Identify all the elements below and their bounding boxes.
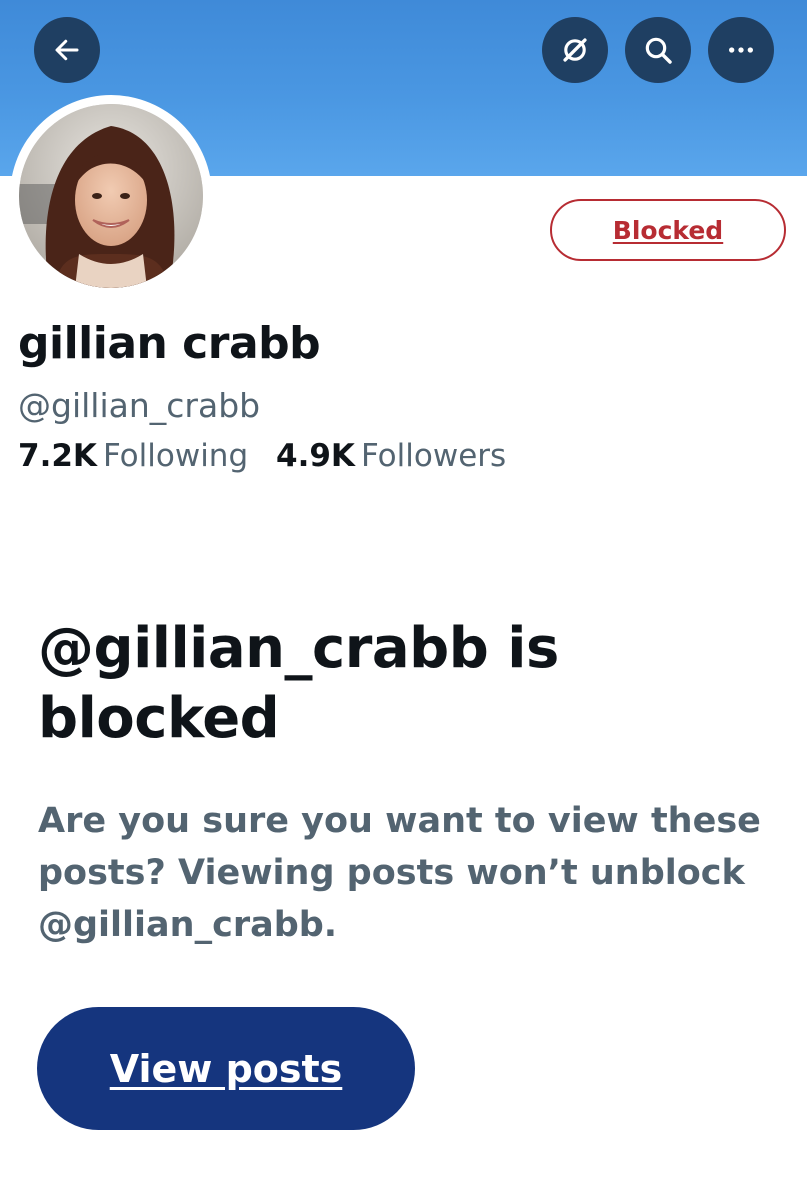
search-button[interactable]	[625, 17, 691, 83]
more-button[interactable]	[708, 17, 774, 83]
followers-link[interactable]: 4.9K Followers	[276, 438, 506, 474]
search-icon	[645, 37, 672, 64]
followers-count: 4.9K	[276, 438, 355, 474]
followers-label: Followers	[360, 438, 507, 474]
blocked-button[interactable]: Blocked	[550, 199, 786, 261]
following-link[interactable]: 7.2K Following	[18, 438, 248, 474]
arrow-left-icon	[55, 39, 79, 61]
more-horizontal-icon	[729, 47, 753, 53]
slashed-circle-icon	[563, 38, 587, 62]
profile-handle: @gillian_crabb	[18, 386, 261, 425]
profile-photo	[19, 104, 203, 288]
following-count: 7.2K	[18, 438, 97, 474]
blocked-notice-title: @gillian_crabb is blocked	[38, 616, 559, 751]
view-posts-button[interactable]: View posts	[37, 1007, 415, 1130]
grok-button[interactable]	[542, 17, 608, 83]
profile-stats: 7.2K Following 4.9K Followers	[18, 438, 506, 474]
avatar[interactable]	[19, 104, 203, 288]
blocked-notice-description: Are you sure you want to view these post…	[38, 801, 761, 945]
back-button[interactable]	[34, 17, 100, 83]
following-label: Following	[102, 438, 249, 474]
display-name: gillian crabb	[18, 318, 321, 369]
